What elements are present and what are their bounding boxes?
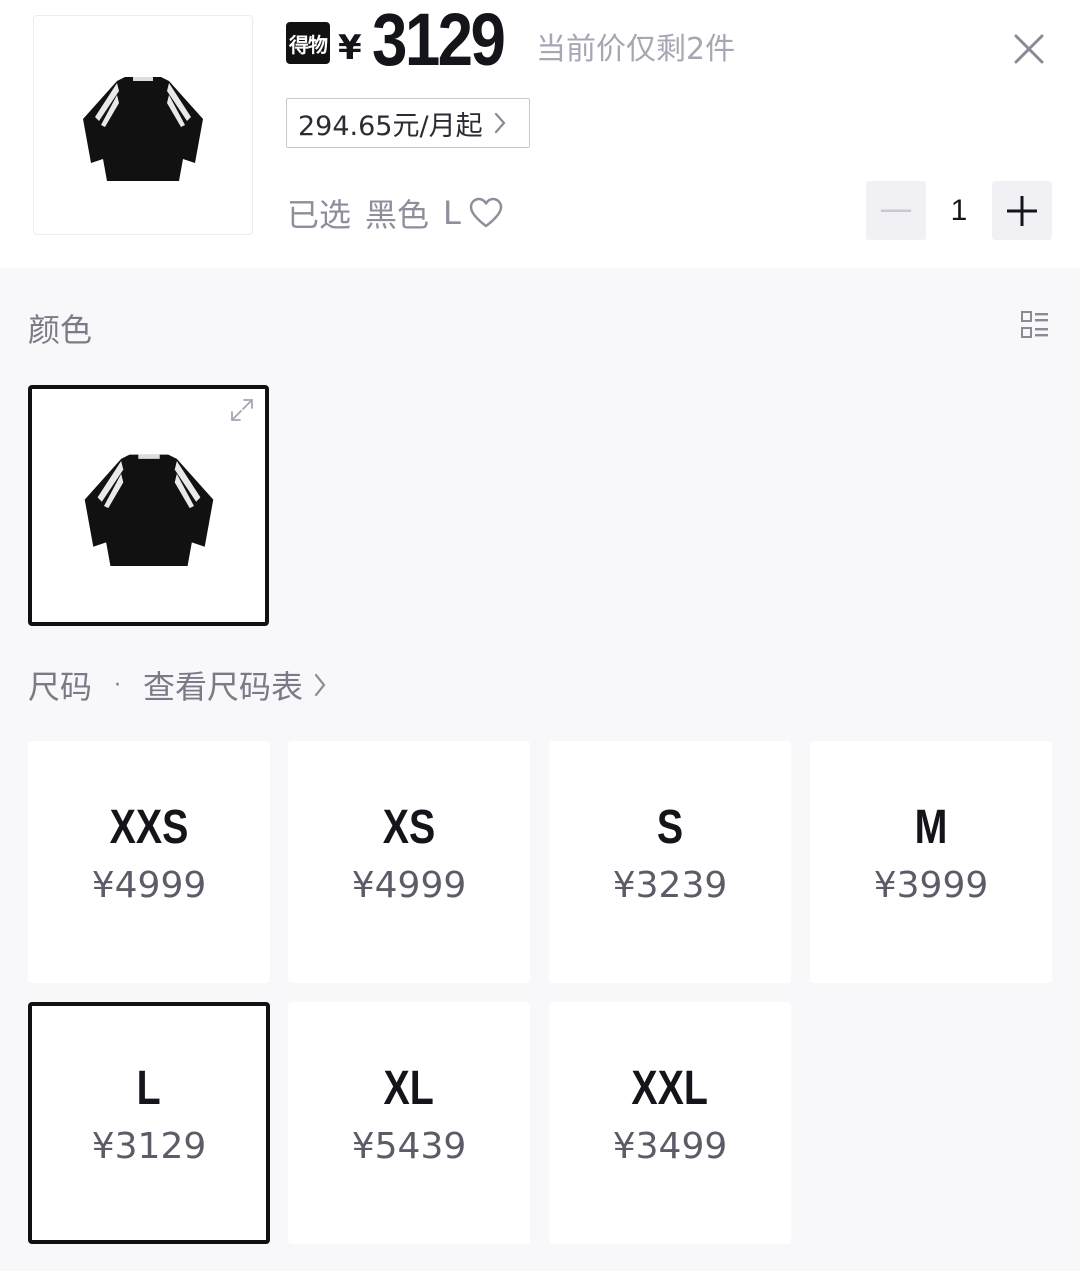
size-option-s[interactable]: S ¥3239 (549, 741, 791, 983)
close-icon (1014, 34, 1044, 64)
size-name: S (656, 801, 684, 854)
size-name: XXS (109, 801, 189, 854)
size-name: L (136, 1062, 162, 1115)
current-price: 3129 (372, 0, 506, 81)
selected-size: L (443, 194, 461, 232)
size-section-header: 尺码 · 查看尺码表 (28, 662, 327, 708)
chevron-right-icon (313, 672, 327, 698)
expand-icon[interactable] (229, 397, 255, 423)
size-price: ¥3999 (873, 865, 989, 906)
selected-prefix: 已选 (287, 196, 352, 234)
size-chart-link[interactable]: 查看尺码表 (143, 662, 327, 708)
size-option-xxs[interactable]: XXS ¥4999 (28, 741, 270, 983)
color-option-black[interactable] (28, 385, 269, 626)
heart-icon[interactable] (469, 197, 503, 229)
tshirt-image (84, 454, 213, 566)
plus-icon (1007, 195, 1037, 226)
color-section-label: 颜色 (28, 311, 93, 349)
selected-variant: 已选 黑色 L (287, 190, 503, 236)
tshirt-image (83, 77, 203, 181)
list-layout-icon[interactable] (1021, 311, 1049, 339)
size-name: M (914, 801, 948, 854)
size-price: ¥3129 (91, 1126, 207, 1167)
size-price: ¥5439 (351, 1126, 467, 1167)
chevron-right-icon (493, 112, 507, 134)
minus-icon (881, 209, 911, 212)
installment-label: 294.65元/月起 (298, 110, 483, 142)
quantity-value[interactable]: 1 (928, 181, 990, 240)
selected-color: 黑色 (365, 196, 430, 234)
currency-symbol: ¥ (338, 28, 362, 68)
size-option-l[interactable]: L ¥3129 (28, 1002, 270, 1244)
separator-dot: · (114, 672, 122, 698)
size-option-xl[interactable]: XL ¥5439 (288, 1002, 530, 1244)
size-name: XS (382, 801, 436, 854)
size-chart-label: 查看尺码表 (143, 668, 304, 706)
size-name: XXL (631, 1062, 709, 1115)
size-option-xs[interactable]: XS ¥4999 (288, 741, 530, 983)
product-thumbnail (33, 15, 253, 235)
quantity-increase-button[interactable] (992, 181, 1052, 240)
installment-button[interactable]: 294.65元/月起 (286, 98, 530, 148)
size-option-xxl[interactable]: XXL ¥3499 (549, 1002, 791, 1244)
stock-note: 当前价仅剩2件 (536, 32, 736, 67)
size-price: ¥3499 (612, 1126, 728, 1167)
size-price: ¥4999 (91, 865, 207, 906)
close-button[interactable] (1006, 26, 1052, 72)
product-summary-header: 得物 ¥ 3129 当前价仅剩2件 294.65元/月起 已选 黑色 L 1 (0, 0, 1080, 268)
size-price: ¥3239 (612, 865, 728, 906)
size-section-label: 尺码 (28, 668, 93, 706)
size-price: ¥4999 (351, 865, 467, 906)
size-option-m[interactable]: M ¥3999 (810, 741, 1052, 983)
quantity-decrease-button[interactable] (866, 181, 926, 240)
size-name: XL (383, 1062, 435, 1115)
brand-logo: 得物 (286, 22, 330, 64)
